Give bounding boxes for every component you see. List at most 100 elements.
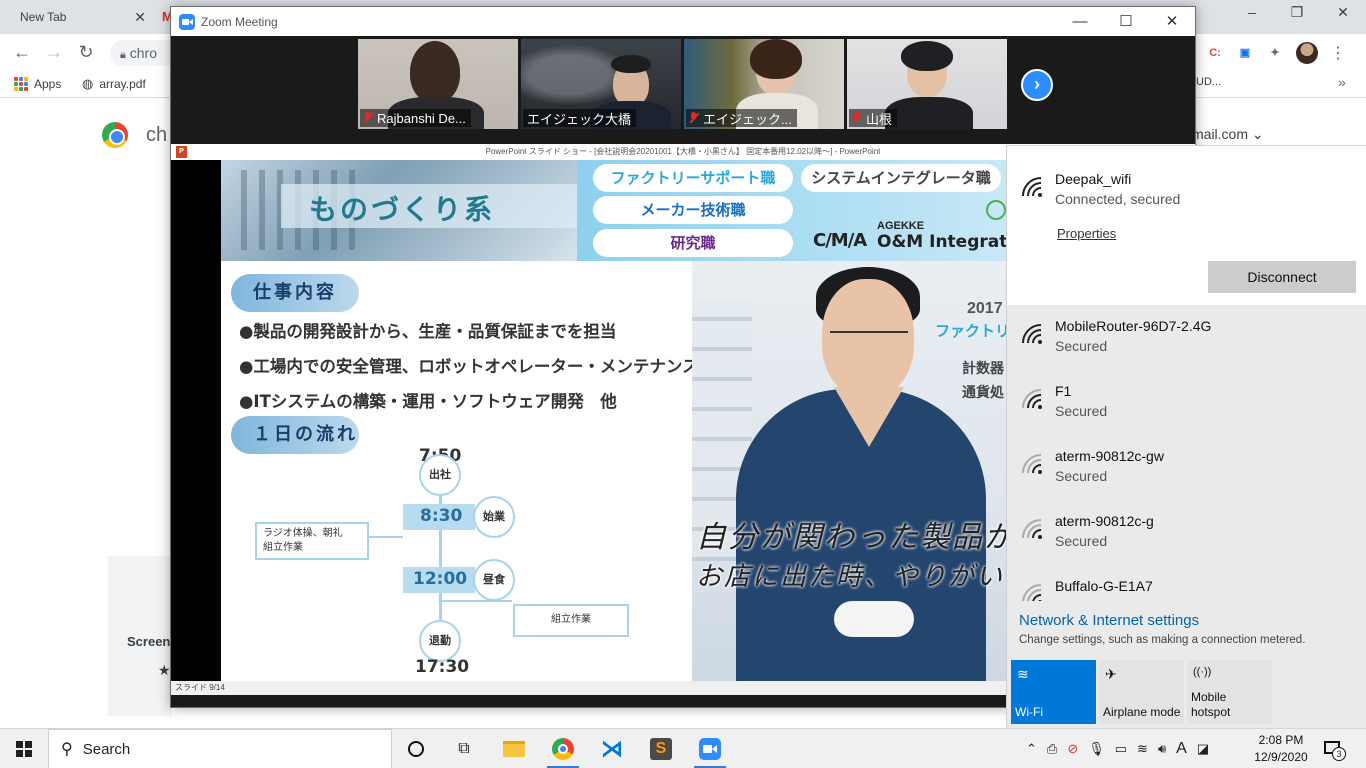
- company-logo-name: O&M Integrate: [877, 232, 1006, 252]
- account-email[interactable]: mail.com ⌄: [1192, 126, 1264, 143]
- forward-arrow-icon[interactable]: →: [44, 42, 64, 62]
- bookmark-apps[interactable]: Apps: [14, 74, 61, 94]
- extension-c-icon[interactable]: C:: [1206, 44, 1224, 62]
- quick-action-mobile-hotspot[interactable]: ((·)) Mobile hotspot: [1187, 660, 1272, 724]
- zoom-close-button[interactable]: ✕: [1149, 7, 1195, 36]
- cortana-button[interactable]: [396, 733, 436, 765]
- network-list-item[interactable]: aterm-90812c-g Secured: [1007, 506, 1366, 566]
- handwritten-quote: お店に出た時、やりがいを: [696, 562, 1006, 592]
- extension-screen-icon[interactable]: ▣: [1236, 44, 1254, 62]
- tab-title: New Tab: [20, 10, 67, 24]
- flow-event-label: 退勤: [429, 635, 451, 647]
- kebab-menu-icon[interactable]: ⋮: [1330, 43, 1346, 63]
- participant-name: 山根: [866, 111, 893, 127]
- volume-icon[interactable]: 🔊︎: [1158, 741, 1166, 757]
- video-tile[interactable]: エイジェック...: [684, 39, 844, 129]
- bookmark-overflow-label[interactable]: UD...: [1196, 76, 1221, 88]
- clock-time: 2:08 PM: [1258, 733, 1304, 747]
- tab-close-icon[interactable]: ✕: [134, 9, 146, 26]
- section-heading-job: 仕事内容: [231, 274, 359, 312]
- wifi-tray-icon[interactable]: ≋: [1137, 741, 1148, 757]
- company-logo-mark: C/M/A: [813, 230, 867, 251]
- quick-action-wifi[interactable]: ≋ Wi-Fi: [1011, 660, 1096, 724]
- star-icon: ★: [158, 662, 171, 678]
- network-list-item[interactable]: Buffalo-G-E1A7: [1007, 571, 1366, 601]
- extensions-puzzle-icon[interactable]: ✦: [1266, 44, 1284, 62]
- tray-chevron-icon[interactable]: ⌃: [1026, 741, 1037, 757]
- chrome-icon: [552, 738, 574, 760]
- taskbar-app-zoom[interactable]: [690, 733, 730, 768]
- network-status: Secured: [1055, 533, 1108, 549]
- zoom-titlebar: Zoom Meeting: [171, 7, 1195, 36]
- next-page-arrow-icon[interactable]: ›: [1021, 69, 1053, 101]
- profile-avatar[interactable]: [1296, 42, 1318, 64]
- video-tile[interactable]: 山根: [847, 39, 1007, 129]
- network-settings-link[interactable]: Network & Internet settings: [1019, 612, 1199, 629]
- job-bullet: ●ITシステムの構築・運用・ソフトウェア開発 他: [239, 392, 617, 411]
- zoom-minimize-button[interactable]: —: [1057, 7, 1103, 36]
- chrome-minimize-button[interactable]: –: [1240, 4, 1264, 20]
- ime-icon[interactable]: ◪: [1197, 741, 1209, 757]
- zoom-maximize-button[interactable]: ☐: [1103, 7, 1149, 36]
- taskbar-app-vscode[interactable]: ⋊: [592, 733, 632, 765]
- reload-icon[interactable]: ↻: [76, 42, 96, 62]
- flow-note-line: ラジオ体操、朝礼: [263, 528, 343, 539]
- taskbar-app-sublime[interactable]: S: [641, 733, 681, 765]
- job-pill-maker-engineer: メーカー技術職: [593, 196, 793, 224]
- browser-tab-newtab[interactable]: New Tab ✕: [8, 0, 158, 34]
- bookmarks-more-icon[interactable]: »: [1338, 74, 1346, 90]
- start-button[interactable]: [0, 729, 48, 768]
- photo-year-label: 2017: [967, 300, 1003, 317]
- back-arrow-icon[interactable]: ←: [12, 42, 32, 62]
- disconnect-button[interactable]: Disconnect: [1208, 261, 1356, 293]
- notification-count-badge: 3: [1332, 747, 1346, 761]
- meet-now-icon[interactable]: ⎙: [1047, 741, 1057, 757]
- video-tile-active-speaker[interactable]: エイジェック大橋: [521, 39, 681, 129]
- content-title: ch: [146, 124, 168, 146]
- address-text: chro: [129, 45, 157, 61]
- bookmark-array-pdf[interactable]: ◍ array.pdf: [82, 74, 146, 94]
- search-placeholder: Search: [82, 740, 131, 758]
- connected-network-panel[interactable]: Deepak_wifi Connected, secured Propertie…: [1007, 145, 1366, 305]
- network-name: aterm-90812c-g: [1055, 513, 1154, 529]
- participant-name: Rajbanshi De...: [377, 110, 466, 126]
- video-tile[interactable]: Rajbanshi De...: [358, 39, 518, 129]
- chrome-close-button[interactable]: ✕: [1331, 4, 1355, 21]
- wifi-signal-icon: [1021, 176, 1043, 198]
- taskbar-search-box[interactable]: ⚲ Search: [48, 729, 392, 768]
- network-list-item[interactable]: MobileRouter-96D7-2.4G Secured: [1007, 311, 1366, 371]
- participant-namebar: エイジェック大橋: [523, 109, 637, 127]
- job-bullet: ●製品の開発設計から、生産・品質保証までを担当: [239, 322, 617, 341]
- quick-action-label-line: Mobile: [1191, 690, 1227, 704]
- participant-namebar: エイジェック...: [686, 109, 797, 127]
- participant-namebar: 山根: [849, 109, 898, 127]
- network-list-item[interactable]: aterm-90812c-gw Secured: [1007, 441, 1366, 501]
- taskbar-app-chrome[interactable]: [543, 733, 583, 768]
- flow-connector: [442, 600, 512, 602]
- cortana-circle-icon: [408, 741, 424, 757]
- wifi-signal-icon: [1021, 323, 1043, 345]
- flow-event-circle: 昼食: [473, 559, 515, 601]
- job-pill-factory-support: ファクトリーサポート職: [593, 164, 793, 192]
- wifi-signal-icon: [1021, 388, 1043, 410]
- network-properties-link[interactable]: Properties: [1057, 226, 1116, 241]
- input-language-icon[interactable]: A: [1176, 740, 1187, 758]
- taskbar-clock[interactable]: 2:08 PM 12/9/2020: [1246, 732, 1316, 766]
- hotspot-icon: ((·)): [1193, 666, 1212, 678]
- chrome-restore-button[interactable]: ❐: [1285, 4, 1309, 21]
- task-view-button[interactable]: ⧉: [444, 733, 484, 765]
- flow-note-line: 組立作業: [263, 542, 303, 553]
- search-icon: ⚲: [61, 741, 73, 758]
- quick-action-airplane-mode[interactable]: ✈ Airplane mode: [1099, 660, 1184, 724]
- battery-icon[interactable]: ▭: [1115, 741, 1127, 757]
- microphone-icon[interactable]: 🎙︎: [1088, 741, 1105, 757]
- mic-muted-icon: [851, 111, 863, 125]
- network-list-item[interactable]: F1 Secured: [1007, 376, 1366, 436]
- mic-muted-icon: [688, 111, 700, 125]
- taskbar-app-file-explorer[interactable]: [494, 733, 534, 765]
- action-center-button[interactable]: 3: [1322, 737, 1346, 761]
- quick-action-label: Airplane mode: [1103, 705, 1181, 719]
- powerpoint-title: PowerPoint スライド ショー - [会社説明会20201001【大橋・…: [485, 147, 881, 156]
- camera-blocked-icon[interactable]: ⊘: [1067, 741, 1078, 757]
- vscode-icon: ⋊: [601, 736, 623, 761]
